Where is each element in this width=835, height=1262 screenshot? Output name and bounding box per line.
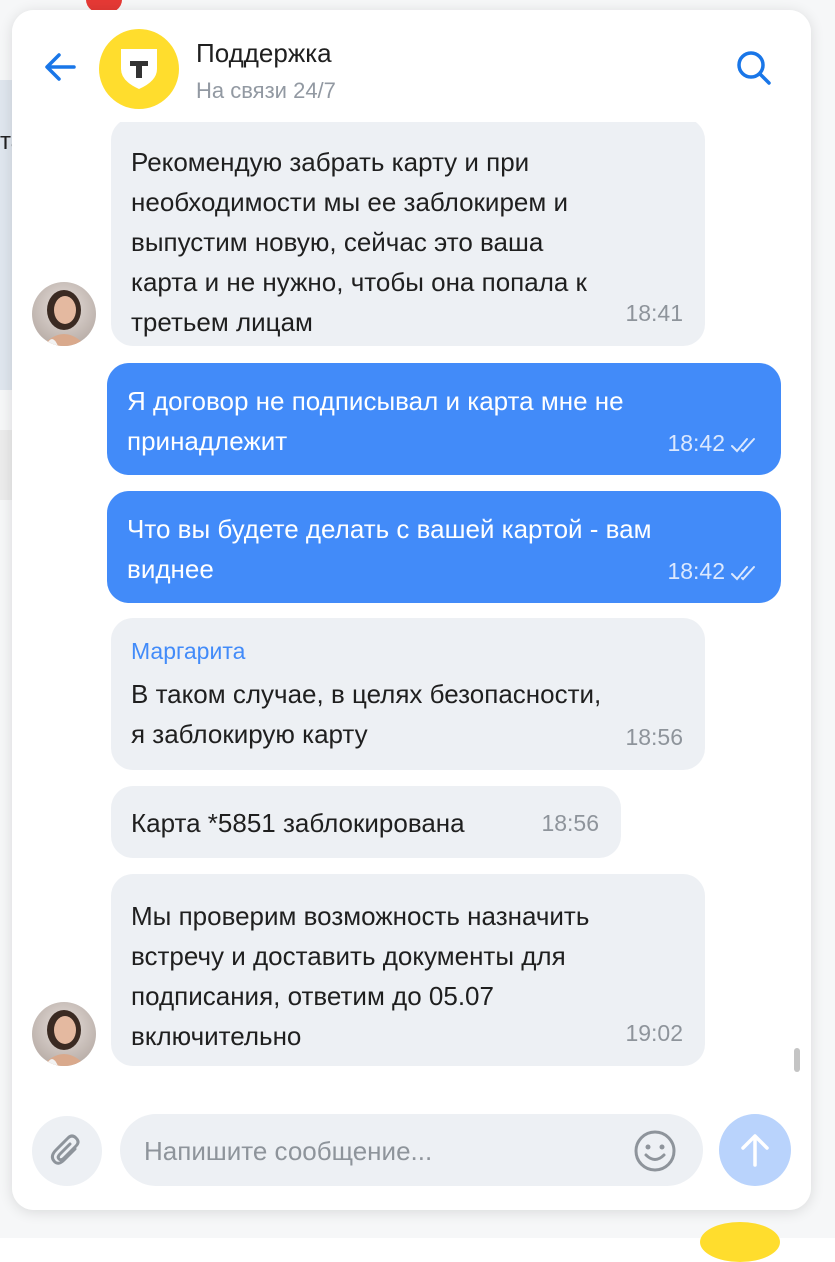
message-incoming: Рекомендую забрать карту и при необходим… (111, 118, 705, 346)
search-button[interactable] (734, 48, 774, 88)
chat-title: Поддержка (196, 38, 332, 68)
message-time: 18:56 (625, 724, 683, 750)
message-text: Рекомендую забрать карту и при необходим… (131, 147, 587, 337)
message-outgoing: Что вы будете делать с вашей картой - ва… (107, 491, 781, 603)
message-author: Маргарита (131, 638, 246, 664)
chat-header: Поддержка На связи 24/7 (12, 10, 811, 122)
message-incoming: Маргарита В таком случае, в целях безопа… (111, 618, 705, 770)
message-text: Я договор не подписывал и карта мне не п… (127, 386, 624, 456)
message-input-placeholder: Напишите сообщение... (144, 1136, 433, 1166)
double-check-icon (731, 438, 755, 453)
bank-logo (99, 29, 179, 109)
arrow-up-icon (741, 1134, 769, 1167)
arrow-left-icon (45, 53, 76, 81)
message-composer: Напишите сообщение... (12, 1100, 811, 1210)
send-button[interactable] (719, 1114, 791, 1186)
background-panel (0, 80, 12, 390)
message-time: 18:42 (667, 558, 725, 584)
message-time: 19:02 (625, 1020, 683, 1046)
smiley-icon (634, 1130, 676, 1172)
double-check-icon (731, 566, 755, 581)
background-panel (0, 430, 12, 500)
message-list[interactable]: Рекомендую забрать карту и при необходим… (12, 10, 811, 1210)
message-outgoing: Я договор не подписывал и карта мне не п… (107, 363, 781, 475)
support-chat-window: Рекомендую забрать карту и при необходим… (12, 10, 811, 1210)
message-text: В таком случае, в целях безопасности, я … (131, 679, 602, 749)
operator-avatar (32, 282, 96, 346)
message-time: 18:42 (667, 430, 725, 456)
chat-subtitle: На связи 24/7 (196, 78, 336, 103)
message-time: 18:56 (541, 810, 599, 836)
search-icon (737, 51, 771, 85)
shield-logo-icon (121, 49, 157, 89)
scrollbar-thumb[interactable] (794, 1048, 800, 1072)
message-incoming-system: Карта *5851 заблокирована 18:56 (111, 786, 621, 858)
emoji-button[interactable] (632, 1128, 678, 1174)
message-text: Мы проверим возможность назначить встреч… (131, 901, 590, 1051)
avatar-photo (32, 282, 96, 346)
message-input[interactable]: Напишите сообщение... (120, 1114, 703, 1186)
message-time: 18:41 (625, 300, 683, 326)
paperclip-icon (50, 1134, 80, 1165)
message-text: Карта *5851 заблокирована (131, 808, 465, 838)
message-incoming: Мы проверим возможность назначить встреч… (111, 874, 705, 1066)
message-text: Что вы будете делать с вашей картой - ва… (127, 514, 652, 584)
background-yellow-shape (700, 1222, 780, 1262)
operator-avatar (32, 1002, 96, 1066)
avatar-photo (32, 1002, 96, 1066)
back-button[interactable] (40, 50, 80, 84)
attach-button[interactable] (32, 1116, 102, 1186)
